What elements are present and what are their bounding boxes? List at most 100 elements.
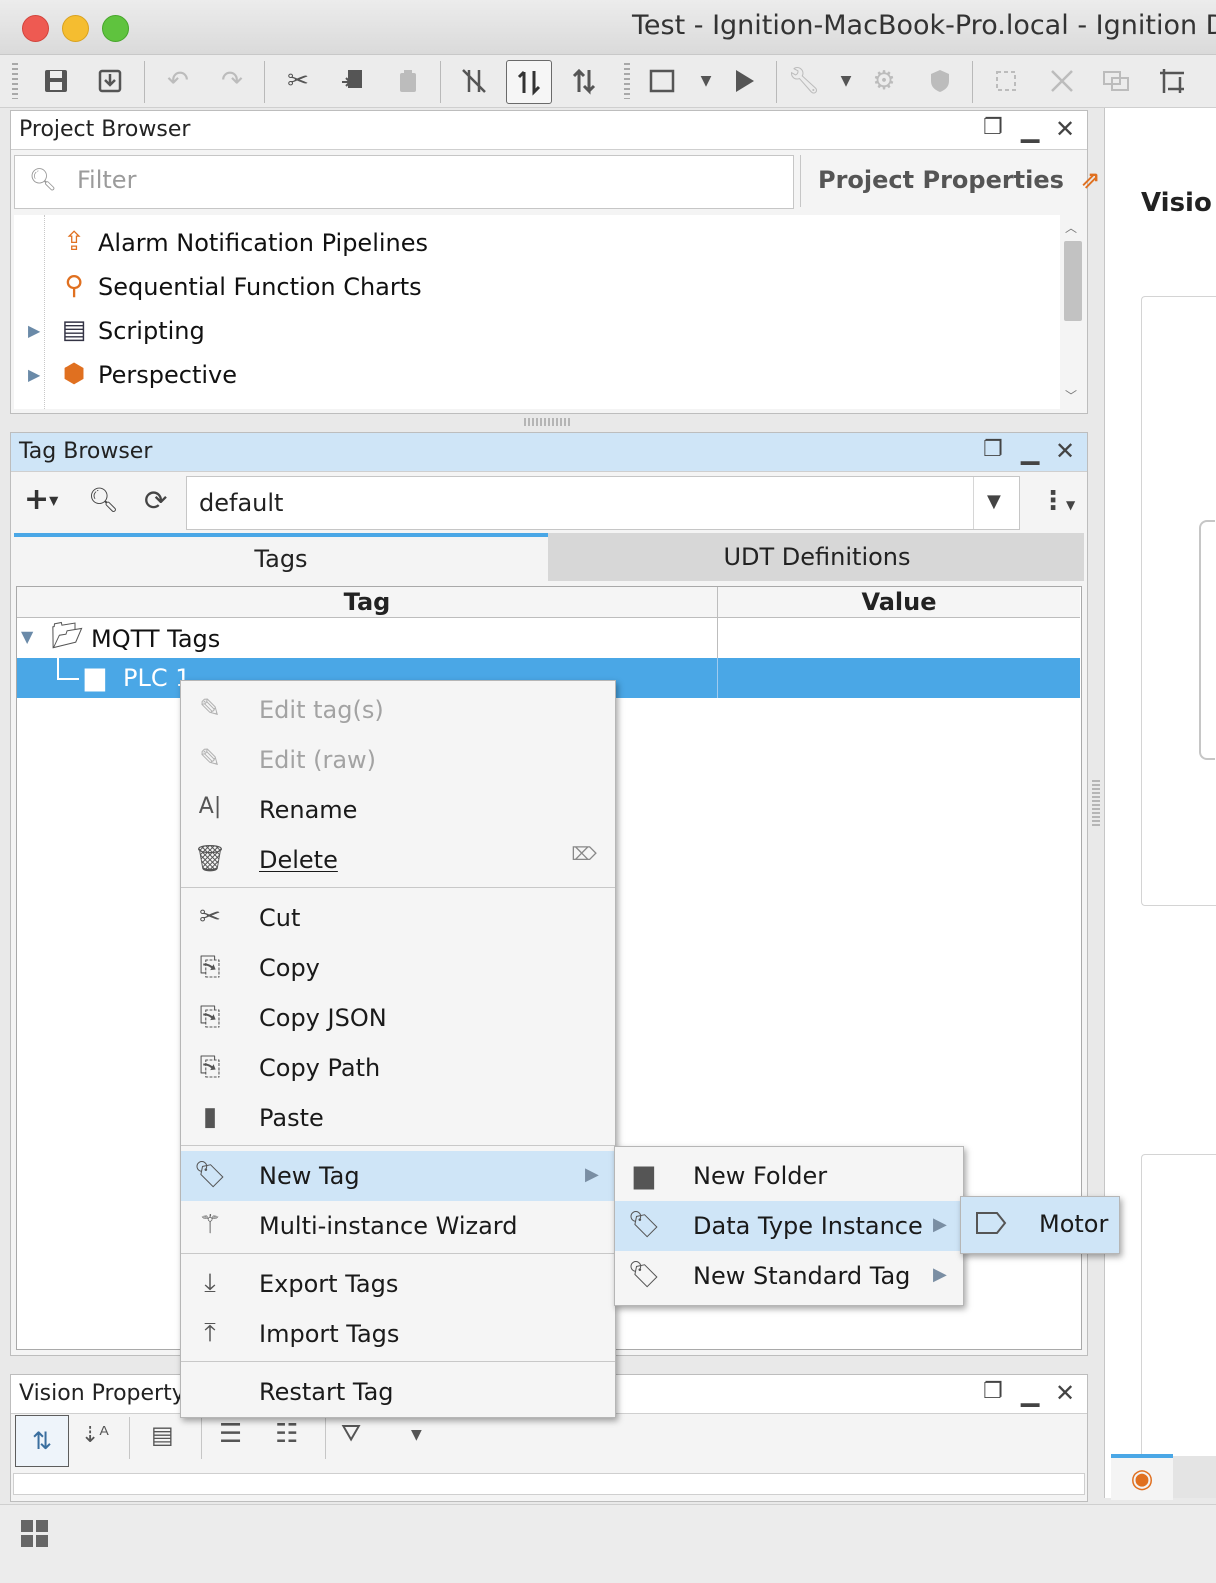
workspace-tab-icon[interactable]: ◉ bbox=[1111, 1454, 1173, 1500]
menu-item-motor[interactable]: Motor bbox=[961, 1199, 1119, 1249]
group-icon[interactable] bbox=[1094, 60, 1138, 102]
add-tag-icon[interactable]: +▼ bbox=[24, 482, 58, 517]
search-icon: 🔍︎ bbox=[29, 168, 57, 193]
redo-icon[interactable]: ↷ bbox=[210, 60, 254, 102]
main-toolbar: ↶ ↷ ✂ ▼ 🔧︎ ▼ ⚙ bbox=[0, 55, 1216, 108]
menu-item-edit-raw[interactable]: ✎ Edit (raw) bbox=[181, 735, 615, 785]
gear-shield-icon[interactable]: ⚙ bbox=[862, 60, 906, 102]
play-icon[interactable] bbox=[722, 60, 766, 102]
collapse-arrow-icon[interactable]: ▼ bbox=[21, 627, 33, 646]
data-type-submenu: Motor bbox=[960, 1196, 1120, 1254]
menu-item-edit-tags[interactable]: ✎ Edit tag(s) bbox=[181, 685, 615, 735]
minimize-icon[interactable]: ▁ bbox=[1021, 1379, 1039, 1407]
workspace-handle[interactable] bbox=[1199, 520, 1215, 760]
security-icon[interactable] bbox=[918, 60, 962, 102]
menu-item-restart-tag[interactable]: Restart Tag bbox=[181, 1367, 615, 1417]
pencil-icon: ✎ bbox=[199, 744, 221, 774]
context-menu: ✎ Edit tag(s) ✎ Edit (raw) A| Rename 🗑︎ … bbox=[180, 680, 616, 1418]
refresh-icon[interactable]: ⟳ bbox=[144, 484, 167, 517]
restore-icon[interactable]: ❐ bbox=[983, 115, 1003, 140]
project-tree-scrollbar[interactable]: ︿ ﹀ bbox=[1062, 217, 1084, 409]
menu-item-import-tags[interactable]: ⤒ Import Tags bbox=[181, 1309, 615, 1359]
project-properties-label: Project Properties bbox=[818, 166, 1064, 194]
save-all-icon[interactable] bbox=[88, 60, 132, 102]
new-tag-icon: 🏷︎ bbox=[627, 1260, 661, 1290]
paste-icon[interactable] bbox=[386, 60, 430, 102]
folder-icon: ▆ bbox=[85, 662, 105, 692]
scroll-thumb[interactable] bbox=[1064, 241, 1082, 321]
menu-item-copy-json[interactable]: ⎘ Copy JSON bbox=[181, 993, 615, 1043]
close-window-button[interactable] bbox=[22, 15, 49, 42]
expand-all-icon[interactable]: ☰ bbox=[219, 1419, 242, 1449]
column-header-value[interactable]: Value bbox=[718, 587, 1080, 618]
cut-icon[interactable]: ✂ bbox=[276, 60, 320, 102]
menu-item-new-folder[interactable]: ▆ New Folder bbox=[615, 1151, 963, 1201]
scroll-up-icon[interactable]: ︿ bbox=[1065, 219, 1077, 236]
filter-field[interactable]: 🔍︎ Filter bbox=[14, 155, 794, 209]
menu-item-copy[interactable]: ⎘ Copy bbox=[181, 943, 615, 993]
more-options-icon[interactable]: ⋮▼ bbox=[1040, 486, 1075, 516]
menu-item-copy-path[interactable]: ⎘ Copy Path bbox=[181, 1043, 615, 1093]
undo-icon[interactable]: ↶ bbox=[156, 60, 200, 102]
filter-placeholder: Filter bbox=[77, 166, 137, 194]
minimize-window-button[interactable] bbox=[62, 15, 89, 42]
menu-item-multi-instance-wizard[interactable]: ⚚ Multi-instance Wizard bbox=[181, 1201, 615, 1251]
menu-item-cut[interactable]: ✂ Cut bbox=[181, 893, 615, 943]
comm-read-icon[interactable] bbox=[506, 60, 552, 104]
restore-icon[interactable]: ❐ bbox=[983, 1379, 1003, 1404]
tab-tags[interactable]: Tags bbox=[14, 533, 548, 581]
expand-arrow-icon[interactable]: ▶ bbox=[28, 321, 40, 340]
tag-label: MQTT Tags bbox=[91, 625, 221, 653]
designer-workspace: Visio ◉ bbox=[1104, 108, 1216, 1500]
horizontal-splitter[interactable] bbox=[524, 418, 572, 426]
pencil-icon: ✎ bbox=[199, 694, 221, 724]
minimize-icon[interactable]: ▁ bbox=[1021, 115, 1039, 143]
trash-icon: 🗑︎ bbox=[193, 844, 227, 874]
menu-item-new-tag[interactable]: 🏷︎ New Tag ▶ bbox=[181, 1151, 615, 1201]
window-icon[interactable] bbox=[640, 60, 684, 102]
align-icon[interactable] bbox=[984, 60, 1028, 102]
vertical-splitter[interactable] bbox=[1092, 780, 1100, 826]
menu-item-new-standard-tag[interactable]: 🏷︎ New Standard Tag ▶ bbox=[615, 1251, 963, 1301]
menu-item-rename[interactable]: A| Rename bbox=[181, 785, 615, 835]
sort-alpha-icon[interactable]: ⇣ᴬ bbox=[81, 1423, 109, 1448]
menu-item-paste[interactable]: ▮ Paste bbox=[181, 1093, 615, 1143]
menu-item-delete[interactable]: 🗑︎ Delete ⌦ bbox=[181, 835, 615, 885]
copy-icon[interactable] bbox=[330, 60, 374, 102]
scroll-down-icon[interactable]: ﹀ bbox=[1065, 387, 1077, 404]
chevron-down-icon[interactable]: ▼ bbox=[411, 1427, 422, 1443]
tab-udt-definitions[interactable]: UDT Definitions bbox=[550, 533, 1084, 581]
filter-icon[interactable]: ⛛ bbox=[341, 1419, 361, 1447]
restore-icon[interactable]: ❐ bbox=[983, 437, 1003, 462]
wrench-icon[interactable]: 🔧︎ bbox=[782, 60, 826, 102]
window-title: Test - Ignition-MacBook-Pro.local - Igni… bbox=[632, 10, 1216, 41]
menu-item-data-type-instance[interactable]: 🏷︎ Data Type Instance ▶ bbox=[615, 1201, 963, 1251]
comm-off-icon[interactable] bbox=[452, 60, 496, 102]
comm-write-icon[interactable] bbox=[562, 60, 606, 102]
close-icon[interactable]: ✕ bbox=[1055, 1379, 1075, 1407]
workspace-tab[interactable] bbox=[1173, 1456, 1216, 1498]
project-properties-button[interactable]: Project Properties ⇗ bbox=[818, 166, 1100, 194]
tag-provider-select[interactable]: default ▼ bbox=[186, 476, 1020, 530]
close-icon[interactable]: ✕ bbox=[1055, 437, 1075, 465]
distribute-icon[interactable] bbox=[1040, 60, 1084, 102]
property-editor-body bbox=[13, 1473, 1085, 1495]
table-row[interactable]: ▼ 📂︎ MQTT Tags bbox=[17, 619, 1081, 657]
list-view-icon[interactable]: ▤ bbox=[151, 1421, 174, 1449]
sort-category-icon[interactable]: ⇅ bbox=[15, 1415, 69, 1467]
search-icon[interactable]: 🔍︎ bbox=[88, 486, 118, 514]
grid-apps-icon[interactable] bbox=[20, 1519, 50, 1549]
chevron-down-icon[interactable]: ▼ bbox=[987, 491, 1001, 512]
layout-icon[interactable] bbox=[1150, 60, 1194, 102]
menu-item-export-tags[interactable]: ⤓ Export Tags bbox=[181, 1259, 615, 1309]
toolbar-grip[interactable] bbox=[12, 63, 18, 99]
close-icon[interactable]: ✕ bbox=[1055, 115, 1075, 143]
zoom-window-button[interactable] bbox=[102, 15, 129, 42]
save-icon[interactable] bbox=[34, 60, 78, 102]
column-header-tag[interactable]: Tag bbox=[17, 587, 718, 618]
expand-arrow-icon[interactable]: ▶ bbox=[28, 365, 40, 384]
minimize-icon[interactable]: ▁ bbox=[1021, 437, 1039, 465]
workspace-card-2 bbox=[1141, 1154, 1216, 1496]
submenu-arrow-icon: ▶ bbox=[585, 1164, 599, 1185]
collapse-all-icon[interactable]: ☷ bbox=[275, 1419, 298, 1449]
